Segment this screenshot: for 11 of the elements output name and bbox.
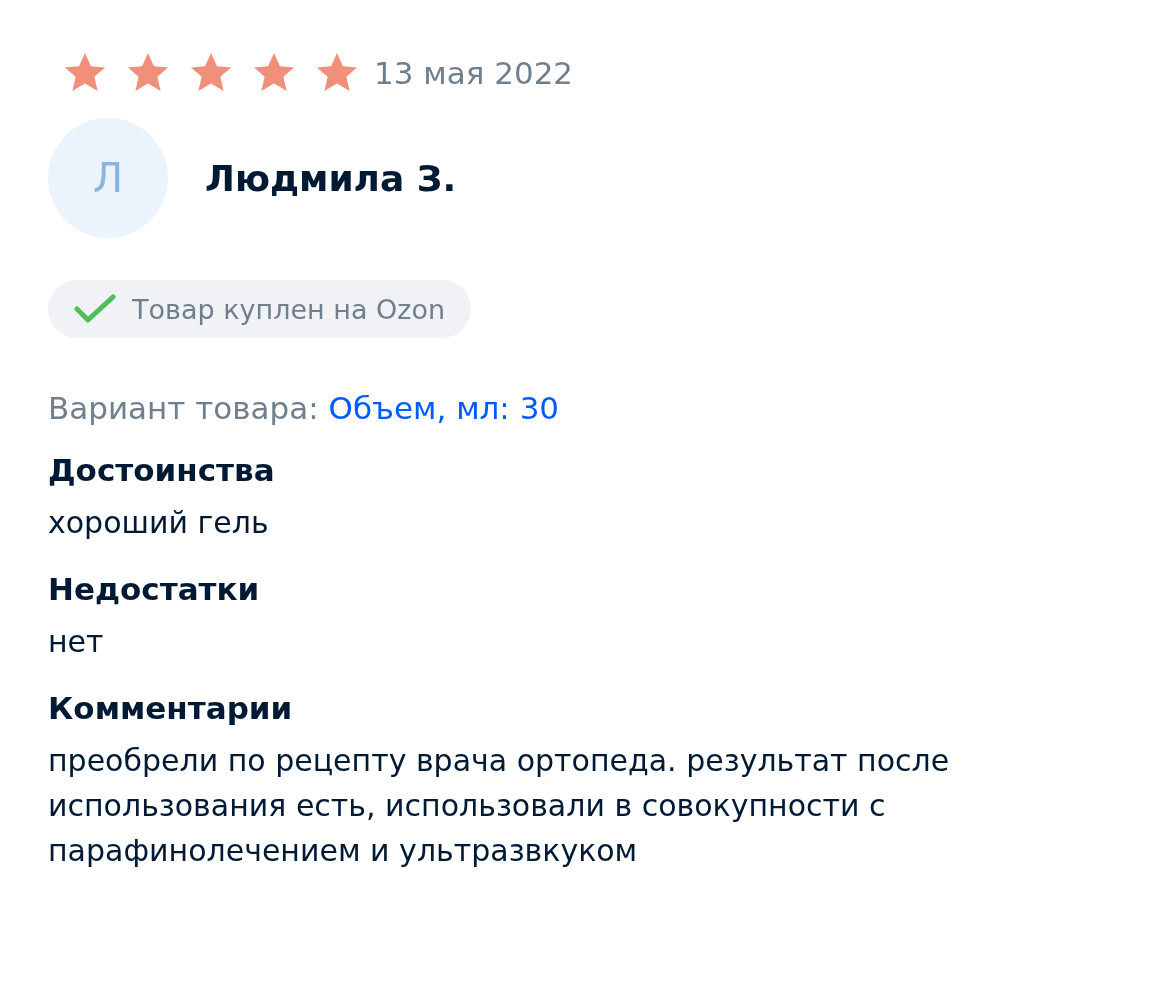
section-text: нет	[48, 623, 105, 661]
section-text: хороший гель	[48, 504, 270, 542]
author-name: Людмила З.	[205, 157, 457, 199]
section-heading: Комментарии	[48, 690, 294, 726]
review-date: 13 мая 2022	[374, 55, 574, 91]
purchase-badge: Товар куплен на Ozon	[48, 280, 472, 338]
section-text: преобрели по рецепту врача ортопеда. результат после использования есть, использовали в совокупности с парафинолечением и ультразвкуком	[48, 742, 951, 870]
variant-line: Вариант товара: Объем, мл: 30	[48, 390, 561, 426]
section-heading: Недостатки	[48, 571, 261, 607]
section-heading: Достоинства	[48, 452, 276, 488]
avatar: Л	[48, 118, 168, 238]
